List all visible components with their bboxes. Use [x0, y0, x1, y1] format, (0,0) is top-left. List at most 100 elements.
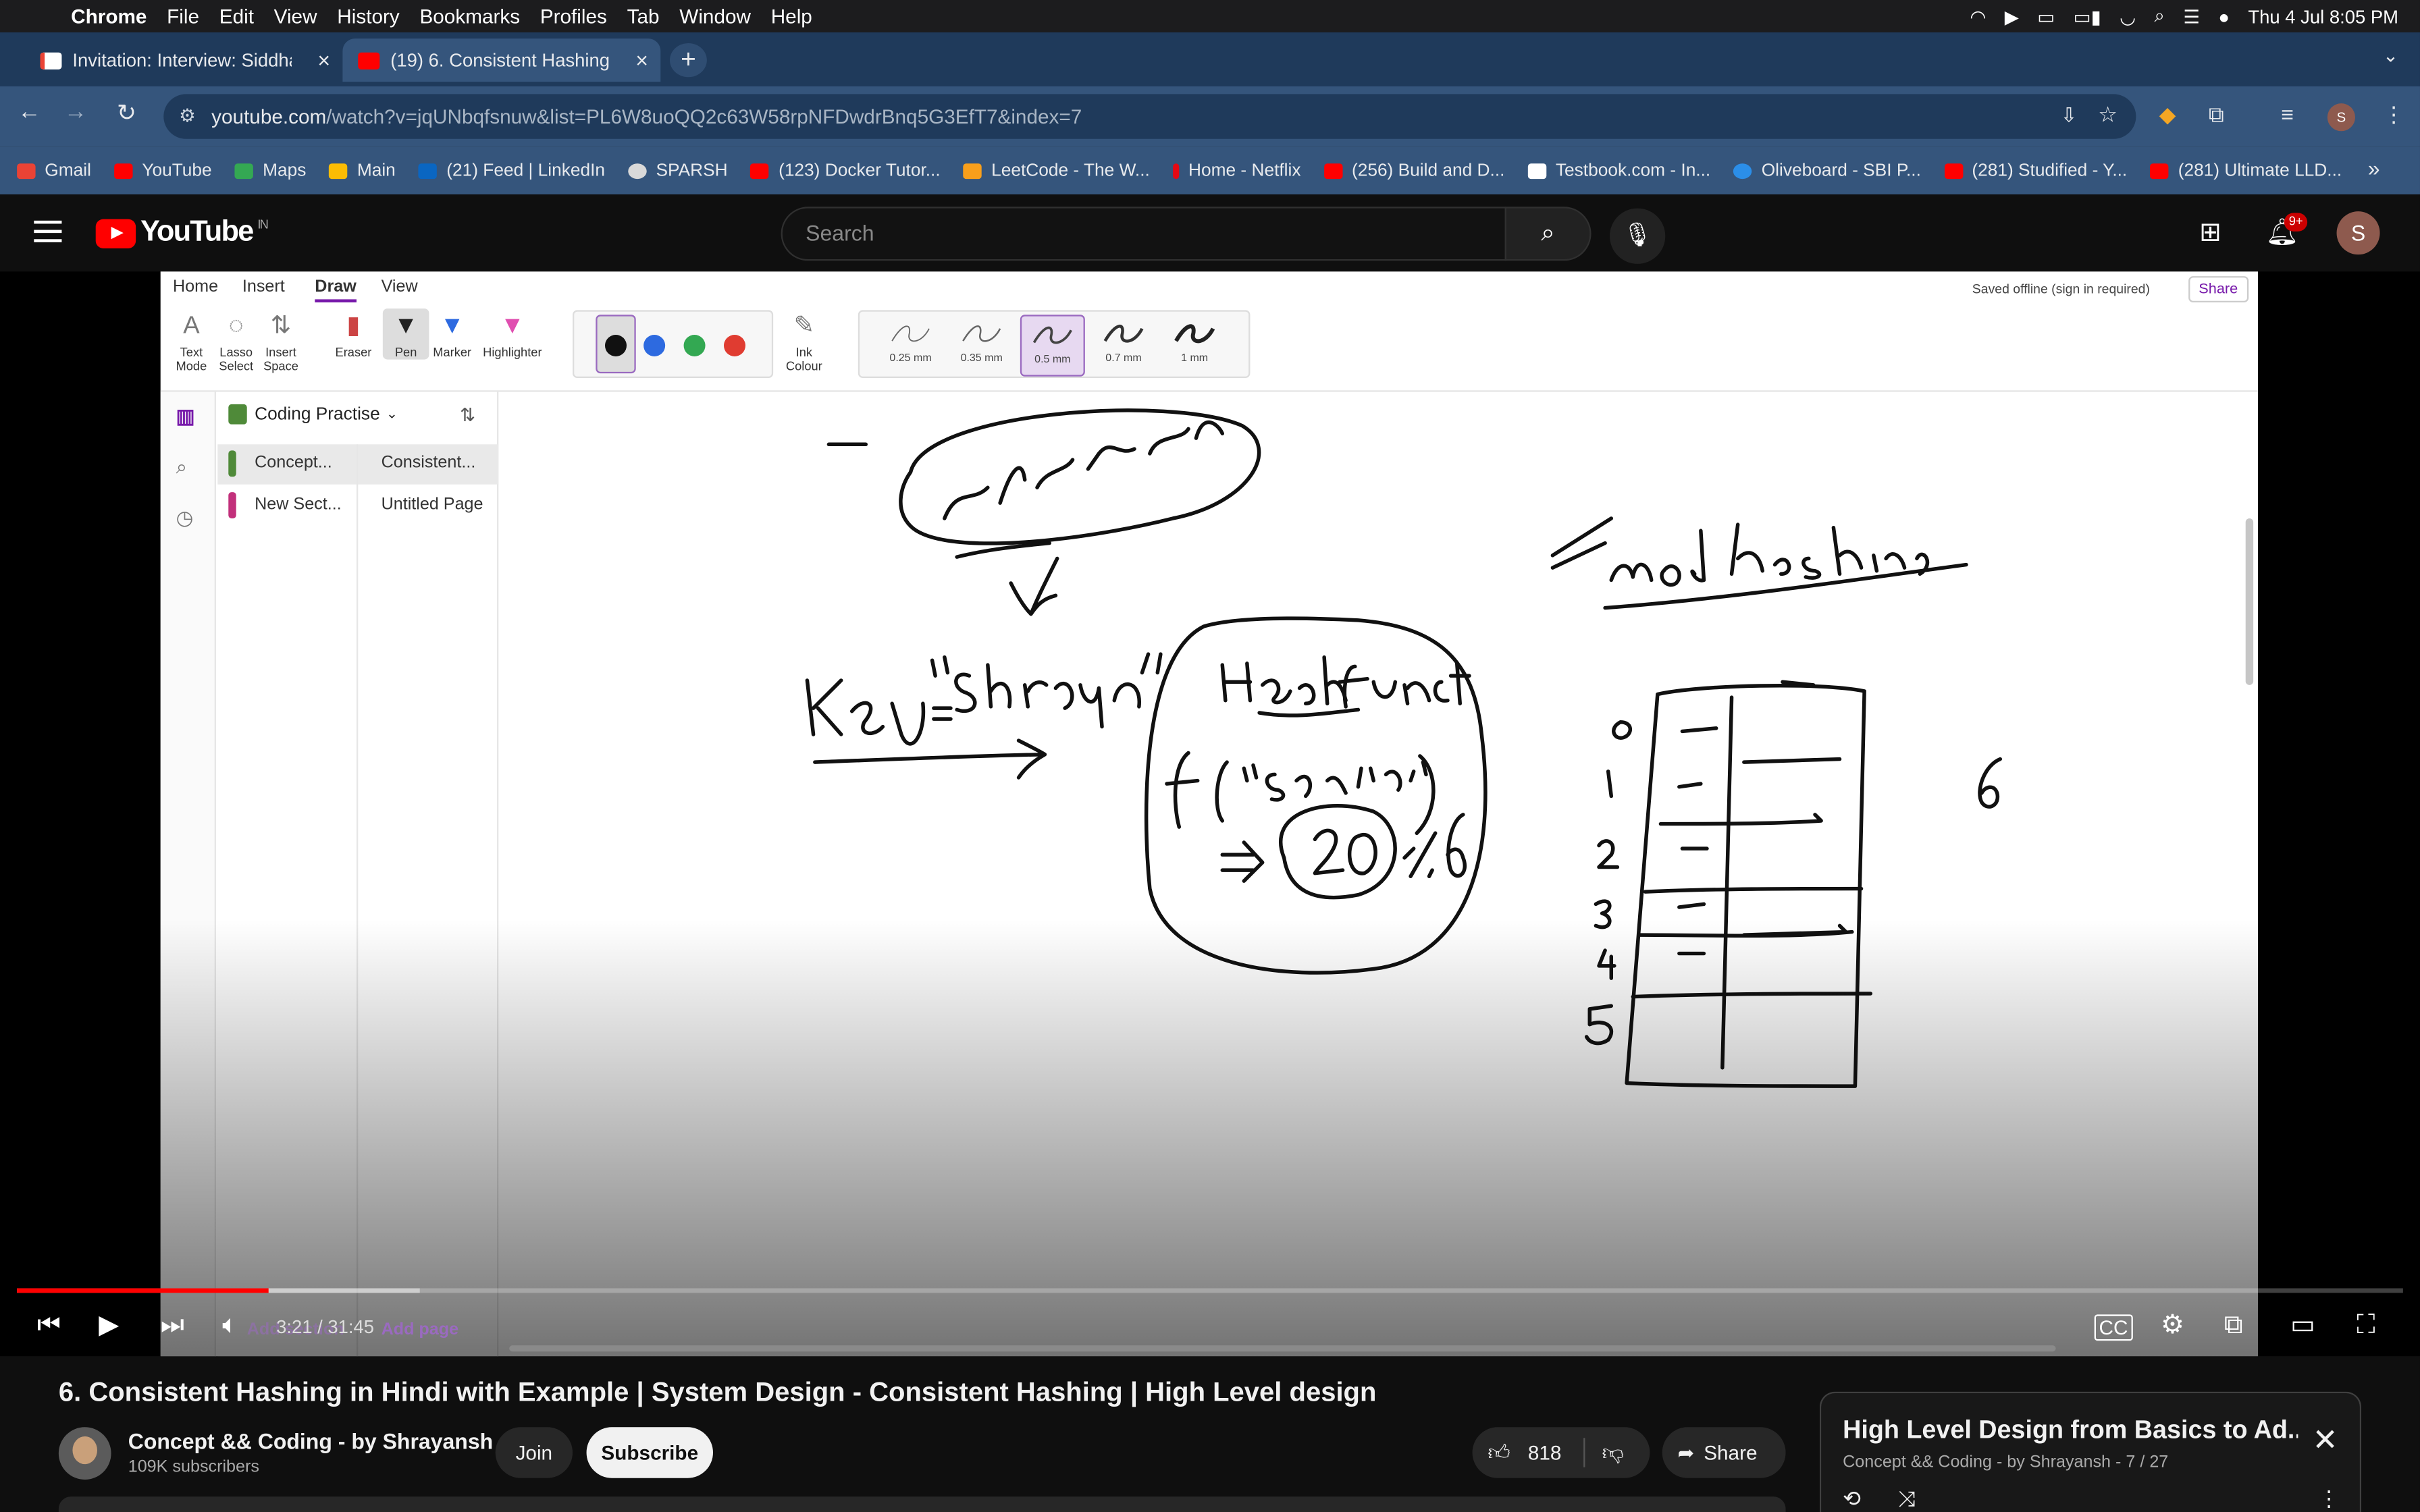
bookmark-netflix[interactable]: Home - Netflix	[1173, 161, 1301, 180]
bookmark-testbook[interactable]: Testbook.com - In...	[1527, 161, 1710, 180]
implies-arrow	[1220, 840, 1265, 883]
loop-playlist-icon[interactable]: ⟲	[1843, 1486, 1861, 1512]
now-playing-icon[interactable]: ▶	[2005, 5, 2019, 27]
like-count[interactable]: 818	[1528, 1441, 1562, 1464]
screen-mirroring-icon[interactable]: ▭	[2037, 5, 2055, 27]
playlist-title[interactable]: High Level Design from Basics to Ad...	[1843, 1416, 2298, 1445]
extensions-puzzle-icon[interactable]: ⧉	[2209, 102, 2224, 128]
bookmark-star-icon[interactable]: ☆	[2098, 102, 2118, 128]
account-avatar[interactable]: S	[2336, 211, 2380, 255]
function-text	[1338, 662, 1471, 709]
search-input[interactable]: Search	[781, 207, 1506, 261]
media-control-icon[interactable]: ≡	[2281, 102, 2294, 127]
playlist-subtitle: Concept && Coding - by Shrayansh - 7 / 2…	[1843, 1453, 2169, 1472]
bookmark-linkedin[interactable]: (21) Feed | LinkedIn	[419, 161, 605, 180]
tab-gmail[interactable]: Invitation: Interview: Siddharth ×	[25, 38, 343, 82]
url-text[interactable]: youtube.com/watch?v=jqUNbqfsnuw&list=PL6…	[211, 105, 1082, 128]
theater-mode-icon[interactable]: ▭	[2290, 1310, 2315, 1341]
bookmarks-overflow-icon[interactable]: »	[2368, 156, 2380, 181]
hash-underline	[1257, 707, 1361, 718]
previous-video-icon[interactable]: ⏮	[37, 1310, 61, 1341]
menu-window[interactable]: Window	[679, 5, 751, 28]
next-video-icon[interactable]: ⏭	[161, 1310, 184, 1341]
search-button[interactable]: ⌕	[1504, 207, 1592, 261]
tab-title: Invitation: Interview: Siddharth	[72, 49, 292, 72]
checkmark-strokes	[1550, 516, 1614, 570]
thumbs-up-icon[interactable]: 👍︎	[1488, 1440, 1510, 1466]
menu-bookmarks[interactable]: Bookmarks	[419, 5, 520, 28]
playlist-panel: High Level Design from Basics to Ad... C…	[1819, 1391, 2362, 1512]
close-tab-icon[interactable]: ×	[317, 48, 330, 73]
battery-icon[interactable]: ▭▮	[2074, 5, 2101, 27]
bookmark-label: Gmail	[45, 161, 91, 180]
miniplayer-icon[interactable]: ⧉	[2224, 1310, 2243, 1341]
onenote-add-page: Add page	[381, 1320, 459, 1339]
menu-edit[interactable]: Edit	[219, 5, 254, 28]
menu-view[interactable]: View	[274, 5, 317, 28]
back-icon[interactable]: ←	[12, 99, 46, 125]
chevron-down-icon[interactable]: ⌄	[2383, 45, 2398, 66]
site-info-icon[interactable]: ⚙	[179, 104, 204, 129]
share-button[interactable]: ➦ Share	[1662, 1427, 1786, 1478]
youtube-logo[interactable]: YouTube IN	[95, 216, 269, 250]
control-center-icon[interactable]: ☰	[2183, 5, 2200, 27]
bookmark-main[interactable]: Main	[329, 161, 396, 180]
spotlight-search-icon[interactable]: ⌕	[2155, 5, 2165, 28]
shuffle-icon[interactable]: ⤨	[1898, 1486, 1916, 1512]
settings-gear-icon[interactable]: ⚙	[2161, 1310, 2184, 1341]
youtube-icon	[358, 51, 380, 69]
bookmark-label: (123) Docker Tutor...	[779, 161, 941, 180]
address-bar[interactable]: ⚙ youtube.com/watch?v=jqUNbqfsnuw&list=P…	[163, 94, 2136, 139]
volume-icon[interactable]: 🔈︎	[222, 1310, 238, 1341]
more-options-icon[interactable]: ⋮	[2318, 1486, 2340, 1512]
new-tab-button[interactable]: +	[669, 43, 707, 78]
hamburger-menu-icon[interactable]	[34, 220, 62, 242]
channel-name[interactable]: Concept && Coding - by Shrayansh	[128, 1429, 493, 1454]
video-player[interactable]: Home Insert Draw View Saved offline (sig…	[0, 271, 2420, 1357]
bookmark-ultimate-lld[interactable]: (281) Ultimate LLD...	[2150, 161, 2342, 180]
video-progress-bar[interactable]	[17, 1288, 2403, 1293]
chrome-menu-icon[interactable]: ⋮	[2383, 102, 2404, 128]
voice-search-button[interactable]: 🎙︎	[1609, 208, 1666, 264]
bookmark-leetcode[interactable]: LeetCode - The W...	[963, 161, 1150, 180]
bookmark-oliveboard[interactable]: Oliveboard - SBI P...	[1733, 161, 1921, 180]
profile-avatar[interactable]: S	[2327, 103, 2355, 132]
bookmark-gmail[interactable]: Gmail	[17, 161, 91, 180]
join-button[interactable]: Join	[495, 1427, 573, 1478]
subtitles-cc-icon[interactable]: CC	[2094, 1314, 2133, 1341]
row-number-2	[1597, 839, 1620, 869]
menubar-clock[interactable]: Thu 4 Jul 8:05 PM	[2248, 5, 2398, 27]
extension-colorful-icon[interactable]: ◆	[2159, 102, 2176, 128]
tab-youtube[interactable]: (19) 6. Consistent Hashing in ×	[342, 38, 661, 82]
bookmark-studified[interactable]: (281) Studified - Y...	[1944, 161, 2127, 180]
bookmark-build[interactable]: (256) Build and D...	[1323, 161, 1504, 180]
channel-avatar[interactable]	[58, 1427, 111, 1480]
menu-profiles[interactable]: Profiles	[540, 5, 607, 28]
subscribe-button[interactable]: Subscribe	[586, 1427, 713, 1478]
menu-file[interactable]: File	[167, 5, 199, 28]
headphones-icon[interactable]: ◠	[1970, 5, 1986, 27]
wifi-icon[interactable]: ◡	[2120, 5, 2136, 27]
bookmark-label: SPARSH	[656, 161, 728, 180]
thumbs-down-icon[interactable]: 👎︎	[1602, 1440, 1624, 1466]
reload-icon[interactable]: ↻	[109, 99, 143, 127]
close-tab-icon[interactable]: ×	[635, 48, 648, 73]
bookmark-sparsh[interactable]: SPARSH	[628, 161, 728, 180]
gmail-icon	[17, 163, 36, 178]
forward-icon[interactable]: →	[59, 99, 93, 125]
install-app-icon[interactable]: ⇩	[2061, 103, 2078, 128]
bookmark-youtube[interactable]: YouTube	[114, 161, 212, 180]
menu-history[interactable]: History	[337, 5, 399, 28]
bookmark-maps[interactable]: Maps	[234, 161, 306, 180]
menu-tab[interactable]: Tab	[627, 5, 660, 28]
fullscreen-icon[interactable]: ⛶	[2357, 1310, 2375, 1341]
description-box[interactable]	[58, 1496, 1786, 1512]
play-icon[interactable]: ▶	[99, 1310, 119, 1341]
menu-app-name[interactable]: Chrome	[71, 5, 147, 28]
close-icon[interactable]: ✕	[2313, 1421, 2338, 1459]
drive-icon	[329, 163, 348, 178]
siri-icon[interactable]: ●	[2218, 5, 2230, 27]
bookmark-docker[interactable]: (123) Docker Tutor...	[750, 161, 941, 180]
menu-help[interactable]: Help	[771, 5, 812, 28]
create-video-icon[interactable]: ⊞	[2199, 217, 2221, 248]
